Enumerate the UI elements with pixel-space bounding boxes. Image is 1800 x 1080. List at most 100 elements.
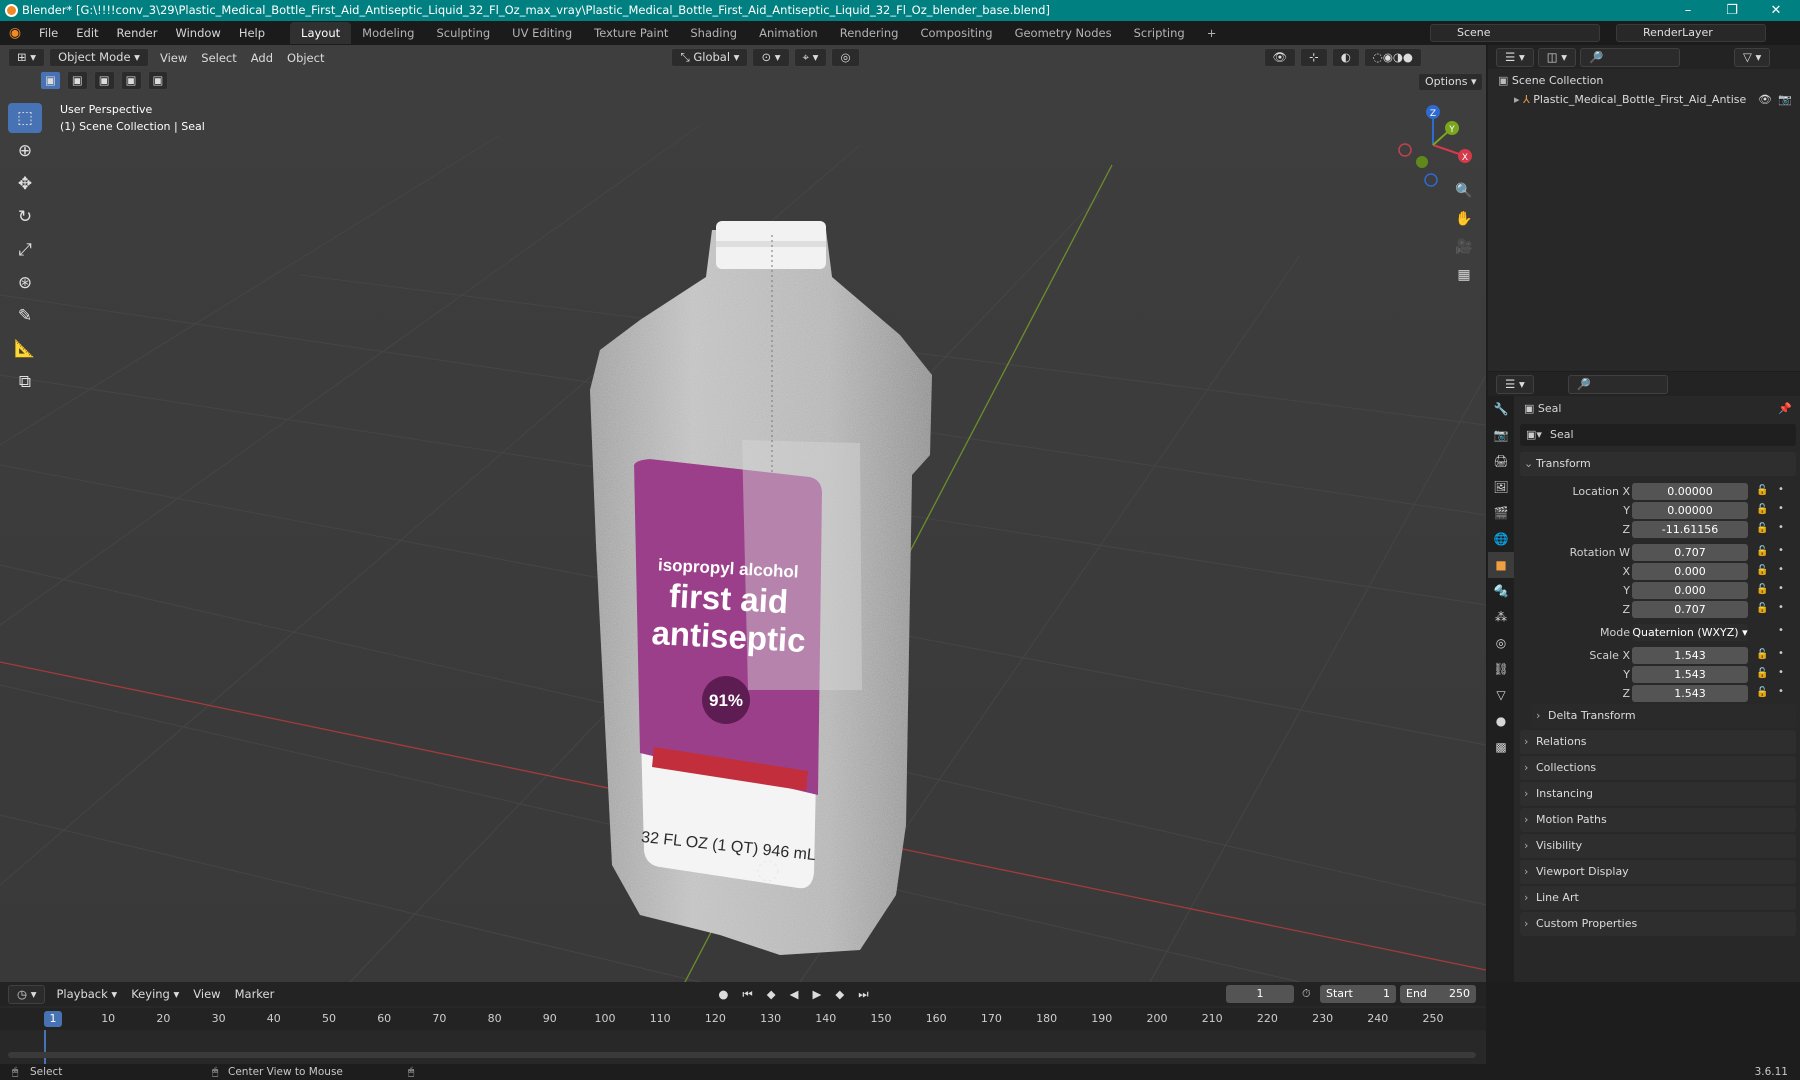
play-reverse-icon[interactable]: ◀ [783,987,806,1001]
panel-visibility[interactable]: › Visibility [1520,834,1796,858]
timer-icon[interactable]: ⏱ [1302,987,1311,1001]
add-workspace-icon[interactable]: + [1196,22,1228,44]
render-layer-selector[interactable]: RenderLayer [1616,24,1766,42]
properties-editor-icon[interactable]: ☰ ▾ [1496,374,1534,394]
transform-panel-header[interactable]: ⌄ Transform [1520,452,1796,476]
menu-window[interactable]: Window [166,21,229,45]
panel-custom-properties[interactable]: › Custom Properties [1520,912,1796,936]
rotate-icon[interactable]: ↻ [8,202,42,232]
play-icon[interactable]: ▶ [805,987,828,1001]
expand-arrow-icon[interactable]: ▸ [1514,93,1520,106]
menu-view[interactable]: View [153,51,194,65]
keyframe-dot-icon[interactable]: • [1778,503,1784,514]
outliner-display-mode-icon[interactable]: ◫ ▾ [1537,47,1577,67]
tab-scripting[interactable]: Scripting [1123,22,1196,44]
rotation-mode-dropdown[interactable]: Quaternion (WXYZ) ▾ [1632,624,1748,641]
current-frame-field[interactable]: 1 [1226,985,1294,1003]
select-invert-icon[interactable]: ▣ [120,71,142,90]
keyframe-dot-icon[interactable]: • [1778,564,1784,575]
pivot-point-icon[interactable]: ⊙ ▾ [752,48,790,67]
proportional-edit-icon[interactable]: ◎ [831,48,860,67]
render-tab-icon[interactable]: 📷 [1488,422,1514,448]
lock-icon[interactable]: 🔓 [1756,668,1768,679]
lock-icon[interactable]: 🔓 [1756,485,1768,496]
menu-marker[interactable]: Marker [228,987,282,1001]
keyframe-dot-icon[interactable]: • [1778,545,1784,556]
prev-keyframe-icon[interactable]: ◆ [760,987,783,1001]
jump-end-icon[interactable]: ⏭ [851,987,875,1002]
lock-icon[interactable]: 🔓 [1756,504,1768,515]
lock-icon[interactable]: 🔓 [1756,649,1768,660]
panel-instancing[interactable]: › Instancing [1520,782,1796,806]
transform-icon[interactable]: ⊛ [8,268,42,298]
pin-icon[interactable]: 📌 [1778,396,1792,422]
properties-search-input[interactable]: 🔎 [1567,374,1668,394]
add-cube-icon[interactable]: ⧉ [8,367,42,397]
cursor-icon[interactable]: ⊕ [8,136,42,166]
menu-view-timeline[interactable]: View [186,987,227,1001]
rotation-w-field[interactable]: 0.707 [1632,544,1748,561]
keyframe-dot-icon[interactable]: • [1778,583,1784,594]
select-subtract-icon[interactable]: ▣ [93,71,115,90]
scene-tab-icon[interactable]: 🎬 [1488,500,1514,526]
particles-tab-icon[interactable]: ⁂ [1488,604,1514,630]
panel-viewport-display[interactable]: › Viewport Display [1520,860,1796,884]
options-dropdown[interactable]: Options ▾ [1418,73,1484,91]
scale-z-field[interactable]: 1.543 [1632,685,1748,702]
render-camera-icon[interactable]: 📷 [1778,90,1792,109]
gizmo-toggle-icon[interactable]: ⊹ [1300,48,1328,67]
panel-collections[interactable]: › Collections [1520,756,1796,780]
keyframe-dot-icon[interactable]: • [1778,602,1784,613]
move-icon[interactable]: ✥ [8,169,42,199]
object-tab-icon[interactable]: ■ [1488,552,1514,578]
menu-render[interactable]: Render [108,21,167,45]
tab-uv-editing[interactable]: UV Editing [501,22,583,44]
select-intersect-icon[interactable]: ▣ [147,71,169,90]
lock-icon[interactable]: 🔓 [1756,523,1768,534]
menu-playback[interactable]: Playback ▾ [49,987,124,1001]
object-name-field[interactable]: ▣▾ Seal [1520,424,1796,446]
location-y-field[interactable]: 0.00000 [1632,502,1748,519]
outliner-editor-icon[interactable]: ☰ ▾ [1496,47,1534,67]
maximize-button[interactable]: ❐ [1710,0,1754,21]
menu-keying[interactable]: Keying ▾ [124,987,186,1001]
scene-selector[interactable]: Scene [1430,24,1600,42]
record-icon[interactable]: ● [711,987,735,1001]
tab-animation[interactable]: Animation [748,22,829,44]
panel-relations[interactable]: › Relations [1520,730,1796,754]
measure-icon[interactable]: 📐 [8,334,42,364]
minimize-button[interactable]: – [1666,0,1710,21]
tool-tab-icon[interactable]: 🔧 [1488,396,1514,422]
menu-add[interactable]: Add [244,51,280,65]
keyframe-dot-icon[interactable]: • [1778,625,1784,636]
panel-line-art[interactable]: › Line Art [1520,886,1796,910]
jump-start-icon[interactable]: ⏮ [735,987,759,1002]
delta-transform-subpanel[interactable]: › Delta Transform [1532,704,1796,728]
menu-help[interactable]: Help [230,21,274,45]
location-x-field[interactable]: 0.00000 [1632,483,1748,500]
tab-compositing[interactable]: Compositing [909,22,1003,44]
constraints-tab-icon[interactable]: ⛓ [1488,656,1514,682]
start-frame-field[interactable]: Start 1 [1320,985,1396,1003]
snap-icon[interactable]: ⌖ ▾ [793,48,828,67]
keyframe-dot-icon[interactable]: • [1778,648,1784,659]
select-box-icon[interactable]: ⬚ [8,103,42,133]
menu-object[interactable]: Object [280,51,331,65]
keyframe-dot-icon[interactable]: • [1778,484,1784,495]
camera-view-icon[interactable]: 🎥 [1452,235,1476,259]
visibility-icon[interactable]: 👁 [1263,48,1297,67]
shading-modes-icon[interactable]: ◌◉◑● [1363,48,1422,67]
perspective-toggle-icon[interactable]: ▦ [1452,263,1476,287]
lock-icon[interactable]: 🔓 [1756,546,1768,557]
tab-shading[interactable]: Shading [679,22,748,44]
lock-icon[interactable]: 🔓 [1756,687,1768,698]
rotation-x-field[interactable]: 0.000 [1632,563,1748,580]
physics-tab-icon[interactable]: ◎ [1488,630,1514,656]
scale-y-field[interactable]: 1.543 [1632,666,1748,683]
modifier-tab-icon[interactable]: 🔩 [1488,578,1514,604]
outliner-scene-collection[interactable]: ▣ Scene Collection [1488,71,1800,90]
world-tab-icon[interactable]: 🌐 [1488,526,1514,552]
filter-icon[interactable]: ▽ ▾ [1734,47,1771,67]
keyframe-dot-icon[interactable]: • [1778,667,1784,678]
select-extend-icon[interactable]: ▣ [66,71,88,90]
